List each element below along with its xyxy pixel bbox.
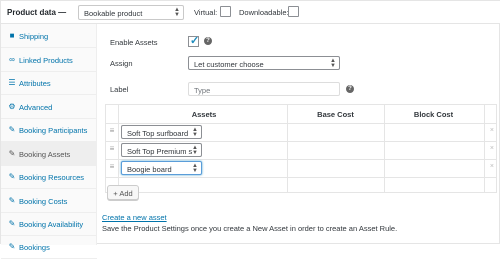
checkmark-icon: ✓ [190,35,200,47]
asset-select-value: Soft Top surfboard [127,129,189,138]
product-data-header: Product data — Bookable product ▲ ▼ Virtu… [1,1,500,24]
virtual-checkbox[interactable] [220,6,231,17]
product-data-title: Product data — [7,8,67,17]
wrench-icon: ✎ [8,149,16,158]
label-label: Label [110,85,129,94]
link-icon: ∞ [9,55,15,64]
select-arrows-icon: ▲ ▼ [174,7,180,18]
row-divider [106,177,496,178]
downloadable-label: Downloadable: [239,8,289,17]
tab-booking-participants[interactable]: ✎ Booking Participants [1,118,97,142]
column-header-base-cost: Base Cost [317,110,354,119]
tab-label: Booking Resources [19,173,85,182]
tab-label: Shipping [19,32,49,41]
asset-select[interactable]: Soft Top Premium s ▲ ▼ [121,143,202,157]
wrench-icon: ✎ [8,125,16,134]
drag-handle-icon[interactable]: ≡ [108,162,116,172]
label-input-placeholder: Type [194,86,211,95]
wrench-icon: ✎ [8,172,16,181]
product-data-tabs: ■ Shipping ∞ Linked Products ☰ Attribute… [1,24,97,259]
table-row: ≡ Soft Top Premium s ▲ ▼ × [106,141,496,159]
tab-booking-availability[interactable]: ✎ Booking Availability [1,212,97,236]
label-input[interactable]: Type [188,82,340,96]
truck-icon: ■ [9,31,15,40]
assign-value: Let customer choose [194,60,264,69]
product-type-value: Bookable product [84,9,143,18]
tab-label: Advanced [19,103,53,112]
asset-rule-note: Save the Product Settings once you creat… [102,224,398,233]
downloadable-checkbox[interactable] [288,6,299,17]
wrench-icon: ✎ [8,242,16,251]
tab-shipping[interactable]: ■ Shipping [1,24,97,48]
table-row: ≡ Boogie board ▲ ▼ × [106,159,496,177]
table-row: ≡ Soft Top surfboard ▲ ▼ × [106,123,496,141]
tab-label: Linked Products [19,56,73,65]
tab-label: Bookings [19,243,50,252]
help-icon[interactable]: ? [204,37,212,45]
asset-select-value: Soft Top Premium s [127,147,193,156]
select-arrows-icon: ▲ ▼ [192,145,198,156]
enable-assets-label: Enable Assets [110,38,158,47]
remove-row-icon[interactable]: × [490,145,494,152]
select-arrows-icon: ▲ ▼ [330,58,336,69]
tab-label: Attributes [19,79,51,88]
asset-select[interactable]: Soft Top surfboard ▲ ▼ [121,125,202,139]
select-arrows-icon: ▲ ▼ [192,163,198,174]
asset-select-value: Boogie board [127,165,172,174]
virtual-label: Virtual: [194,8,218,17]
remove-row-icon[interactable]: × [490,127,494,134]
wrench-icon: ✎ [8,219,16,228]
create-new-asset-link[interactable]: Create a new asset [102,213,167,222]
help-icon[interactable]: ? [346,85,354,93]
asset-select[interactable]: Boogie board ▲ ▼ [121,161,202,175]
gear-icon: ⚙ [8,102,16,111]
enable-assets-checkbox[interactable]: ✓ [188,35,200,47]
tab-label: Booking Assets [19,150,71,159]
column-header-assets: Assets [191,110,217,119]
add-asset-button[interactable]: + Add [107,185,139,200]
tab-bookings[interactable]: ✎ Bookings [1,235,97,259]
remove-row-icon[interactable]: × [490,163,494,170]
select-arrows-icon: ▲ ▼ [192,127,198,138]
tab-attributes[interactable]: ☰ Attributes [1,71,97,95]
product-data-panel: Product data — Bookable product ▲ ▼ Virtu… [0,0,500,259]
tab-booking-resources[interactable]: ✎ Booking Resources [1,165,97,189]
wrench-icon: ✎ [8,196,16,205]
assign-select[interactable]: Let customer choose ▲ ▼ [188,56,340,70]
tab-label: Booking Availability [19,220,84,229]
drag-handle-icon[interactable]: ≡ [108,144,116,154]
tab-advanced[interactable]: ⚙ Advanced [1,95,97,119]
list-icon: ☰ [8,78,16,87]
product-type-select[interactable]: Bookable product ▲ ▼ [78,5,184,20]
tab-booking-costs[interactable]: ✎ Booking Costs [1,189,97,213]
booking-assets-panel: Enable Assets ✓ ? Assign Let customer ch… [98,25,500,245]
tab-label: Booking Costs [19,197,68,206]
drag-handle-icon[interactable]: ≡ [108,126,116,136]
tab-linked-products[interactable]: ∞ Linked Products [1,48,97,72]
column-header-block-cost: Block Cost [413,110,454,119]
tab-label: Booking Participants [19,126,88,135]
assets-table: Assets Base Cost Block Cost ≡ Soft Top s… [105,104,497,193]
assign-label: Assign [110,59,133,68]
tab-booking-assets[interactable]: ✎ Booking Assets [1,142,97,166]
